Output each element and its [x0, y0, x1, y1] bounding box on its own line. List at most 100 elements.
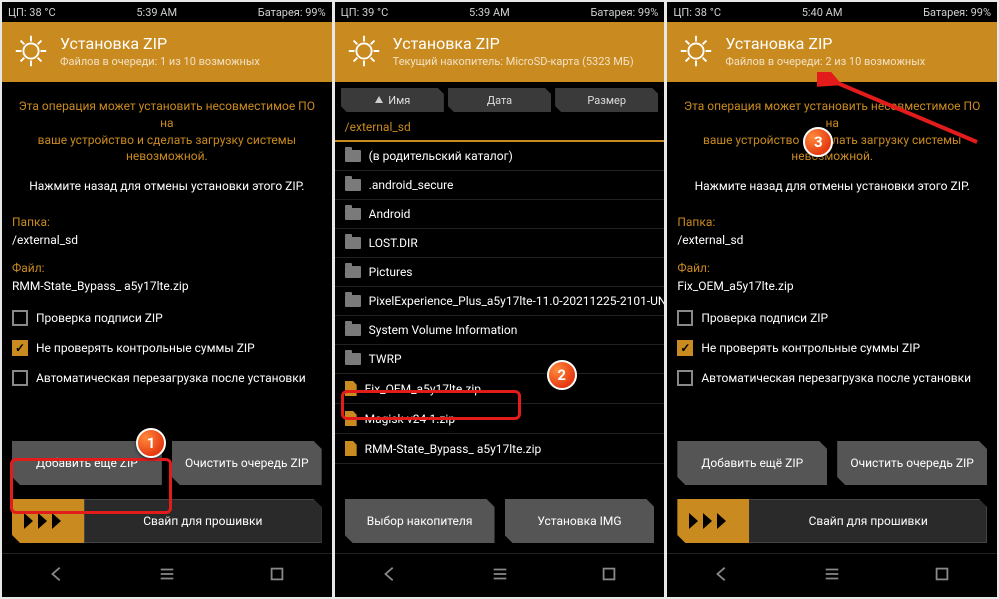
file-name: PixelExperience_Plus_a5y17lte-11.0-20211… — [369, 294, 665, 308]
sort-date-button[interactable]: Дата — [448, 88, 551, 112]
file-name: LOST.DIR — [369, 236, 418, 250]
swipe-slider[interactable] — [12, 499, 84, 543]
file-value: RMM-State_Bypass_ a5y17lte.zip — [12, 279, 322, 293]
status-cpu: ЦП: 39 °C — [341, 6, 389, 19]
file-name: Magisk-v24-1.zip — [365, 412, 455, 426]
status-cpu: ЦП: 38 °C — [673, 6, 721, 19]
file-label: Файл: — [12, 261, 322, 275]
file-icon — [345, 381, 357, 396]
folder-row[interactable]: Android — [335, 200, 665, 229]
file-row[interactable]: RMM-State_Bypass_ a5y17lte.zip — [335, 434, 665, 464]
checkbox-auto-reboot[interactable]: Автоматическая перезагрузка после устано… — [12, 370, 322, 386]
nav-bar — [335, 553, 665, 597]
folder-row[interactable]: (в родительский каталог) — [335, 142, 665, 171]
file-name: RMM-State_Bypass_ a5y17lte.zip — [365, 442, 542, 456]
warning-text: Эта операция может установить несовмести… — [12, 98, 322, 165]
file-row[interactable]: Magisk-v24-1.zip — [335, 404, 665, 434]
checkbox-auto-reboot[interactable]: Автоматическая перезагрузка после устано… — [677, 370, 987, 386]
checkbox-skip-checksum[interactable]: ✓Не проверять контрольные суммы ZIP — [12, 340, 322, 356]
file-icon — [345, 441, 357, 456]
folder-value: /external_sd — [677, 233, 987, 247]
status-bar: ЦП: 39 °C 5:39 AM Батарея: 99% — [335, 2, 665, 22]
page-title: Установка ZIP — [60, 34, 260, 53]
checkbox-skip-checksum[interactable]: ✓Не проверять контрольные суммы ZIP — [677, 340, 987, 356]
folder-row[interactable]: System Volume Information — [335, 316, 665, 345]
header: Установка ZIP Файлов в очереди: 2 из 10 … — [667, 22, 997, 82]
file-list[interactable]: (в родительский каталог) .android_secure A… — [335, 142, 665, 487]
nav-recent-icon[interactable] — [268, 565, 286, 587]
page-title: Установка ZIP — [393, 34, 634, 53]
status-battery: Батарея: 99% — [258, 6, 326, 19]
nav-menu-icon[interactable] — [158, 565, 176, 587]
status-bar: ЦП: 38 °C 5:39 AM Батарея: 99% — [2, 2, 332, 22]
page-title: Установка ZIP — [725, 34, 925, 53]
nav-bar — [2, 553, 332, 597]
nav-recent-icon[interactable] — [600, 565, 618, 587]
screen-1: ЦП: 38 °C 5:39 AM Батарея: 99% Установка… — [2, 2, 332, 597]
twrp-logo-icon — [345, 32, 383, 70]
sort-name-button[interactable]: Имя — [341, 88, 444, 112]
nav-recent-icon[interactable] — [933, 565, 951, 587]
clear-queue-button[interactable]: Очистить очередь ZIP — [172, 441, 322, 485]
sort-row: Имя Дата Размер — [335, 82, 665, 116]
select-storage-button[interactable]: Выбор накопителя — [345, 499, 495, 543]
status-time: 5:39 AM — [469, 6, 510, 19]
status-bar: ЦП: 38 °C 5:40 AM Батарея: 99% — [667, 2, 997, 22]
swipe-slider[interactable] — [677, 499, 749, 543]
file-name: Android — [369, 207, 411, 221]
file-name: Fix_OEM_a5y17lte.zip — [365, 382, 481, 396]
folder-icon — [345, 150, 361, 162]
file-row[interactable]: Fix_OEM_a5y17lte.zip — [335, 374, 665, 404]
twrp-logo-icon — [677, 32, 715, 70]
nav-back-icon[interactable] — [713, 565, 731, 587]
folder-row[interactable]: LOST.DIR — [335, 229, 665, 258]
info-text: Нажмите назад для отмены установки этого… — [677, 179, 987, 193]
folder-row[interactable]: TWRP — [335, 345, 665, 374]
add-more-zip-button[interactable]: Добавить ещё ZIP — [12, 441, 162, 485]
info-text: Нажмите назад для отмены установки этого… — [12, 179, 322, 193]
folder-label: Папка: — [12, 215, 322, 229]
nav-menu-icon[interactable] — [491, 565, 509, 587]
clear-queue-button[interactable]: Очистить очередь ZIP — [837, 441, 987, 485]
swipe-label[interactable]: Свайп для прошивки — [749, 499, 987, 543]
file-name: .android_secure — [369, 178, 454, 192]
file-value: Fix_OEM_a5y17lte.zip — [677, 279, 987, 293]
file-label: Файл: — [677, 261, 987, 275]
file-name: TWRP — [369, 352, 402, 366]
page-subtitle: Файлов в очереди: 2 из 10 возможных — [725, 55, 925, 68]
file-name: Pictures — [369, 265, 413, 279]
folder-icon — [345, 353, 361, 365]
status-time: 5:40 AM — [802, 6, 843, 19]
folder-icon — [345, 179, 361, 191]
page-subtitle: Текущий накопитель: MicroSD-карта (5323 … — [393, 55, 634, 68]
folder-icon — [345, 266, 361, 278]
checkbox-signature[interactable]: Проверка подписи ZIP — [12, 310, 322, 326]
folder-icon — [345, 237, 361, 249]
add-more-zip-button[interactable]: Добавить ещё ZIP — [677, 441, 827, 485]
nav-menu-icon[interactable] — [823, 565, 841, 587]
swipe-label[interactable]: Свайп для прошивки — [84, 499, 322, 543]
status-battery: Батарея: 99% — [590, 6, 658, 19]
folder-row[interactable]: Pictures — [335, 258, 665, 287]
sort-asc-icon — [374, 95, 384, 105]
nav-back-icon[interactable] — [381, 565, 399, 587]
current-path: /external_sd — [335, 116, 665, 142]
folder-value: /external_sd — [12, 233, 322, 247]
folder-icon — [345, 295, 361, 307]
page-subtitle: Файлов в очереди: 1 из 10 возможных — [60, 55, 260, 68]
checkbox-signature[interactable]: Проверка подписи ZIP — [677, 310, 987, 326]
status-battery: Батарея: 99% — [923, 6, 991, 19]
folder-label: Папка: — [677, 215, 987, 229]
warning-text: Эта операция может установить несовмести… — [677, 98, 987, 165]
file-name: (в родительский каталог) — [369, 149, 513, 163]
screen-3: ЦП: 38 °C 5:40 AM Батарея: 99% Установка… — [667, 2, 997, 597]
folder-row[interactable]: PixelExperience_Plus_a5y17lte-11.0-20211… — [335, 287, 665, 316]
install-img-button[interactable]: Установка IMG — [505, 499, 655, 543]
sort-size-button[interactable]: Размер — [555, 88, 658, 112]
file-name: System Volume Information — [369, 323, 518, 337]
folder-icon — [345, 208, 361, 220]
folder-row[interactable]: .android_secure — [335, 171, 665, 200]
header: Установка ZIP Текущий накопитель: MicroS… — [335, 22, 665, 82]
folder-icon — [345, 324, 361, 336]
nav-back-icon[interactable] — [48, 565, 66, 587]
